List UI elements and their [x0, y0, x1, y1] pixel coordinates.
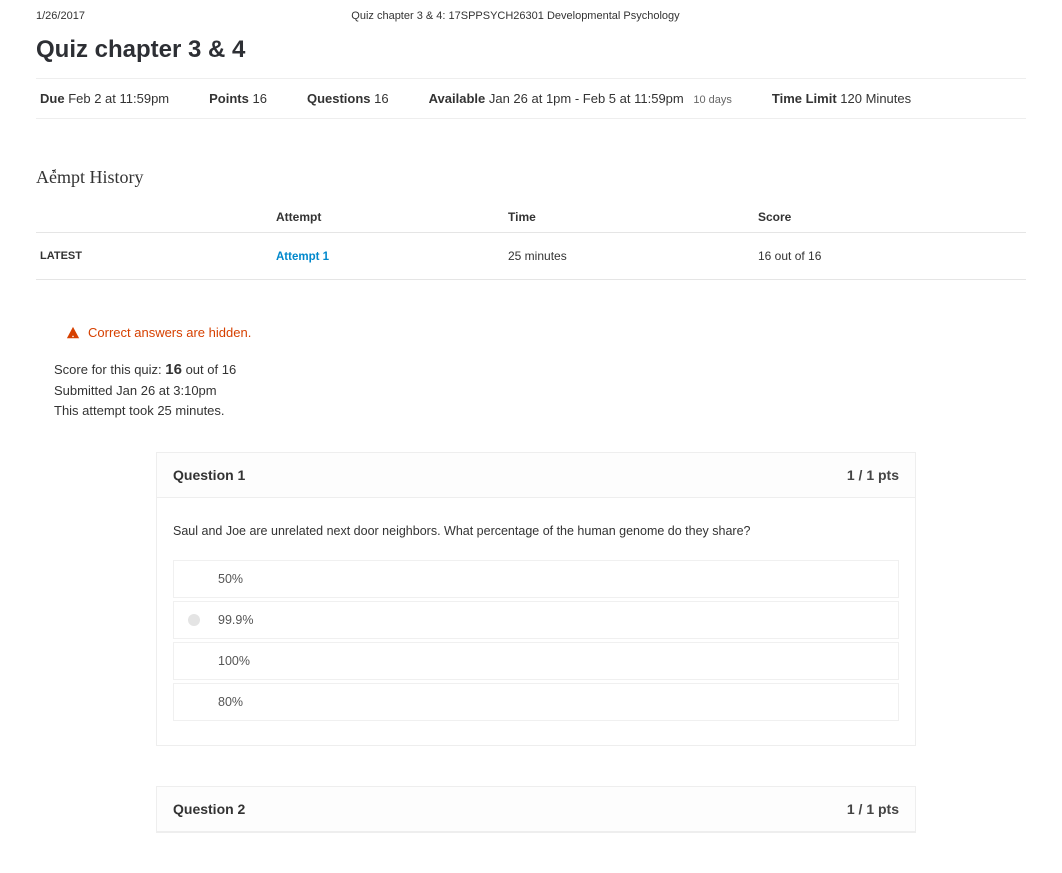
- print-title: Quiz chapter 3 & 4: 17SPPSYCH26301 Devel…: [351, 10, 679, 22]
- question-text: Saul and Joe are unrelated next door nei…: [173, 524, 899, 538]
- question-body: Saul and Joe are unrelated next door nei…: [157, 498, 915, 745]
- score-prefix: Score for this quiz:: [54, 362, 165, 377]
- attempt-history-heading: Aܽempt History: [36, 167, 1026, 188]
- meta-due-value: Feb 2 at 11:59pm: [68, 91, 169, 106]
- meta-timelimit-value: 120 Minutes: [840, 91, 911, 106]
- meta-timelimit-label: Time Limit: [772, 91, 837, 106]
- meta-points: Points 16: [209, 91, 267, 106]
- meta-points-label: Points: [209, 91, 249, 106]
- meta-due-label: Due: [40, 91, 65, 106]
- meta-timelimit: Time Limit 120 Minutes: [772, 91, 911, 106]
- meta-available-value: Jan 26 at 1pm ­- Feb 5 at 11:59pm: [489, 91, 684, 106]
- submitted-line: Submitted Jan 26 at 3:10pm: [54, 381, 1026, 401]
- duration-line: This attempt took 25 minutes.: [54, 401, 1026, 421]
- answer-option[interactable]: 100%: [173, 642, 899, 680]
- meta-available: Available Jan 26 at 1pm ­- Feb 5 at 11:5…: [429, 91, 732, 106]
- warning-icon: [66, 326, 80, 340]
- attempt-link[interactable]: Attempt 1: [276, 251, 329, 263]
- meta-points-value: 16: [252, 91, 266, 106]
- score-summary: Score for this quiz: 16 out of 16 Submit…: [54, 358, 1026, 422]
- latest-label: LATEST: [36, 233, 272, 280]
- question-points: 1 / 1 pts: [847, 801, 899, 817]
- question-card: Question 2 1 / 1 pts: [156, 786, 916, 833]
- question-title: Question 2: [173, 801, 245, 817]
- col-blank: [36, 202, 272, 233]
- answer-option[interactable]: 80%: [173, 683, 899, 721]
- question-card: Question 1 1 / 1 pts Saul and Joe are unre…: [156, 452, 916, 746]
- quiz-meta-bar: Due Feb 2 at 11:59pm Points 16 Questions…: [36, 78, 1026, 119]
- meta-available-sub: 10 days: [693, 94, 732, 106]
- score-value: 16: [165, 361, 182, 378]
- meta-questions: Questions 16: [307, 91, 389, 106]
- attempt-time: 25 minutes: [504, 233, 754, 280]
- answer-option[interactable]: 99.9%: [173, 601, 899, 639]
- meta-due: Due Feb 2 at 11:59pm: [40, 91, 169, 106]
- col-score: Score: [754, 202, 1026, 233]
- meta-questions-label: Questions: [307, 91, 371, 106]
- answer-list: 50%99.9%100%80%: [173, 560, 899, 721]
- score-suffix: out of 16: [182, 362, 236, 377]
- attempt-score: 16 out of 16: [754, 233, 1026, 280]
- meta-available-label: Available: [429, 91, 486, 106]
- header-spacer: [946, 10, 1026, 22]
- page-title: Quiz chapter 3 & 4: [36, 36, 1026, 64]
- col-attempt: Attempt: [272, 202, 504, 233]
- table-row: LATEST Attempt 1 25 minutes 16 out of 16: [36, 233, 1026, 280]
- answer-option[interactable]: 50%: [173, 560, 899, 598]
- attempt-history-table: Attempt Time Score LATEST Attempt 1 25 m…: [36, 202, 1026, 280]
- col-time: Time: [504, 202, 754, 233]
- print-date: 1/26/2017: [36, 10, 85, 22]
- hidden-answers-text: Correct answers are hidden.: [88, 325, 251, 340]
- question-points: 1 / 1 pts: [847, 467, 899, 483]
- meta-questions-value: 16: [374, 91, 388, 106]
- question-title: Question 1: [173, 467, 245, 483]
- hidden-answers-banner: Correct answers are hidden.: [66, 325, 1026, 340]
